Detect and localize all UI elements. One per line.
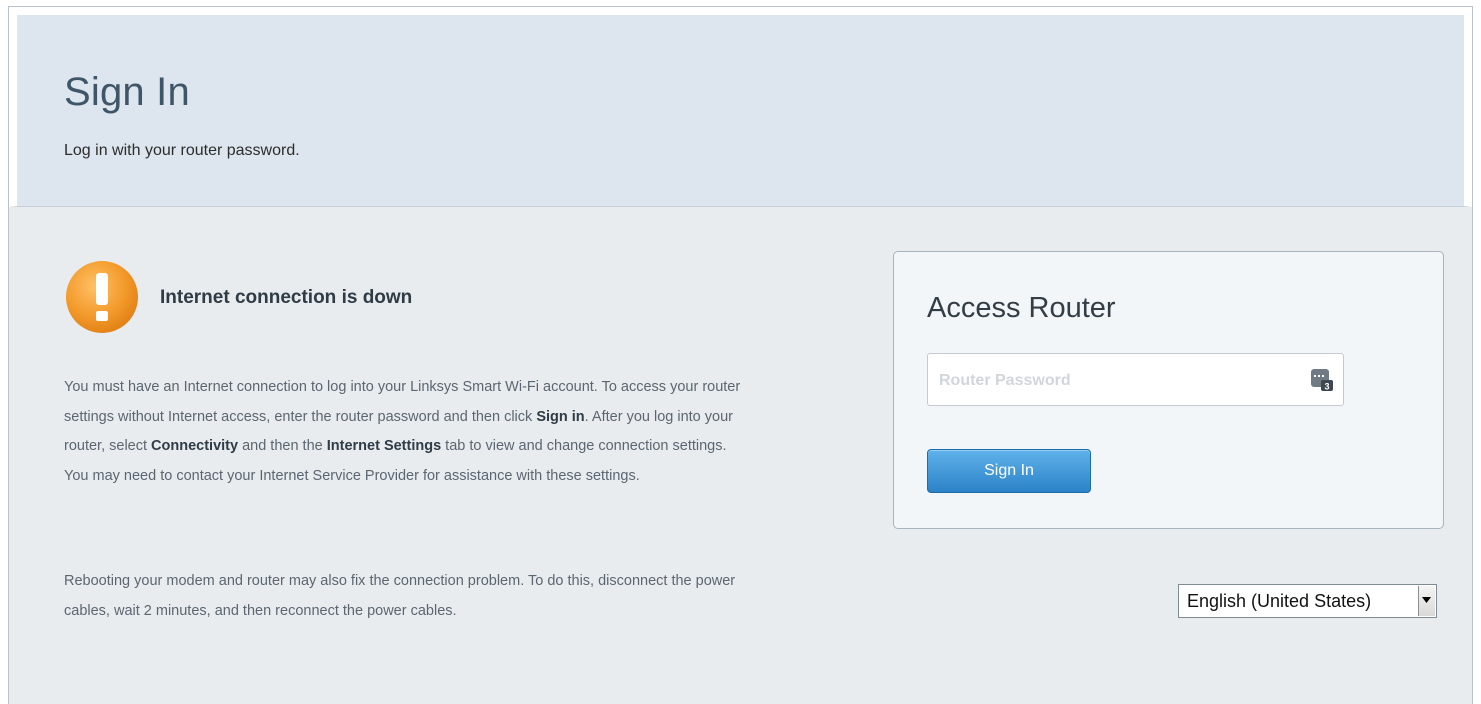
- text-segment: and then the: [238, 438, 327, 454]
- page-title: Sign In: [64, 70, 190, 114]
- bold-term: Internet Settings: [326, 438, 442, 454]
- content-area: Internet connection is down You must hav…: [17, 207, 1464, 704]
- password-field-wrapper: 3: [927, 353, 1344, 407]
- reboot-description: Rebooting your modem and router may also…: [64, 573, 736, 619]
- access-router-card: Access Router 3 Sign In: [893, 251, 1444, 529]
- page-header: Sign In Log in with your router password…: [9, 7, 1472, 207]
- exclamation-icon: [66, 261, 138, 333]
- keypad-number: 3: [1324, 382, 1329, 392]
- language-selected-value: English (United States): [1187, 591, 1372, 611]
- sign-in-button[interactable]: Sign In: [927, 449, 1091, 493]
- keypad-icon[interactable]: 3: [1311, 369, 1333, 391]
- card-title: Access Router: [927, 292, 1116, 324]
- bold-term: Connectivity: [151, 438, 239, 454]
- language-select[interactable]: English (United States): [1178, 584, 1437, 618]
- chevron-down-icon[interactable]: [1418, 586, 1435, 616]
- bold-term: Sign in: [536, 408, 585, 425]
- warning-description: You must have an Internet connection to …: [64, 373, 754, 491]
- router-password-input[interactable]: [937, 354, 1301, 407]
- page-subtitle: Log in with your router password.: [64, 142, 300, 159]
- page-frame: Sign In Log in with your router password…: [8, 6, 1473, 704]
- warning-title: Internet connection is down: [160, 287, 413, 308]
